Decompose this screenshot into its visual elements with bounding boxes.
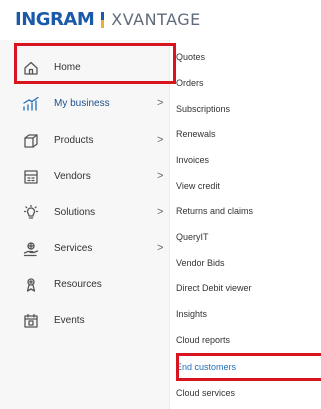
submenu-item-vendor-bids[interactable]: Vendor Bids xyxy=(176,253,316,273)
menu-item-vendors[interactable]: Vendors > xyxy=(0,160,170,192)
submenu-item-cloud-reports[interactable]: Cloud reports xyxy=(176,330,316,350)
chevron-right-icon: > xyxy=(157,97,164,109)
ingram-xvantage-logo[interactable]: INGRAM XVANTAGE xyxy=(15,11,201,29)
building-icon xyxy=(22,168,40,186)
submenu-item-view-credit[interactable]: View credit xyxy=(176,176,316,196)
menu-item-events[interactable]: Events xyxy=(0,304,170,336)
lightbulb-icon xyxy=(22,204,40,222)
calendar-icon xyxy=(22,312,40,330)
services-icon xyxy=(22,240,40,258)
submenu-item-queryit[interactable]: QueryIT xyxy=(176,227,316,247)
submenu-item-invoices[interactable]: Invoices xyxy=(176,150,316,170)
chart-icon xyxy=(22,95,40,113)
submenu-my-business: Quotes Orders Subscriptions Renewals Inv… xyxy=(170,40,321,409)
menu-item-label: Events xyxy=(54,314,85,326)
submenu-item-orders[interactable]: Orders xyxy=(176,73,316,93)
menu-item-label: Resources xyxy=(54,278,102,290)
box-icon xyxy=(22,132,40,150)
submenu-item-cloud-services[interactable]: Cloud services xyxy=(176,383,316,403)
menu-item-label: My business xyxy=(54,97,110,109)
submenu-item-quotes[interactable]: Quotes xyxy=(176,47,316,67)
menu-item-label: Services xyxy=(54,242,93,254)
logo-brand-text: INGRAM xyxy=(15,9,95,30)
menu-item-products[interactable]: Products > xyxy=(0,124,170,156)
chevron-right-icon: > xyxy=(157,242,164,254)
menu-item-services[interactable]: Services > xyxy=(0,232,170,264)
resources-icon xyxy=(22,276,40,294)
menu-item-my-business[interactable]: My business > xyxy=(0,87,170,119)
menu-item-label: Solutions xyxy=(54,206,96,218)
navigation-menu: Home My business > Products > Vendors > xyxy=(0,40,321,409)
chevron-right-icon: > xyxy=(157,206,164,218)
chevron-right-icon: > xyxy=(157,134,164,146)
submenu-item-insights[interactable]: Insights xyxy=(176,304,316,324)
menu-item-label: Home xyxy=(54,61,81,73)
main-menu: Home My business > Products > Vendors > xyxy=(0,40,170,409)
menu-item-solutions[interactable]: Solutions > xyxy=(0,196,170,228)
submenu-item-returns-and-claims[interactable]: Returns and claims xyxy=(176,201,316,221)
chevron-right-icon: > xyxy=(157,170,164,182)
menu-item-label: Products xyxy=(54,134,94,146)
menu-item-label: Vendors xyxy=(54,170,91,182)
logo-product-text: XVANTAGE xyxy=(111,10,201,29)
home-icon xyxy=(22,59,40,77)
submenu-item-direct-debit-viewer[interactable]: Direct Debit viewer xyxy=(176,278,316,298)
top-bar: INGRAM XVANTAGE xyxy=(0,0,321,40)
submenu-item-subscriptions[interactable]: Subscriptions xyxy=(176,99,316,119)
logo-divider xyxy=(101,12,105,28)
submenu-item-end-customers[interactable]: End customers xyxy=(176,357,316,377)
submenu-item-renewals[interactable]: Renewals xyxy=(176,124,316,144)
menu-item-home[interactable]: Home xyxy=(0,51,170,83)
menu-item-resources[interactable]: Resources xyxy=(0,268,170,300)
